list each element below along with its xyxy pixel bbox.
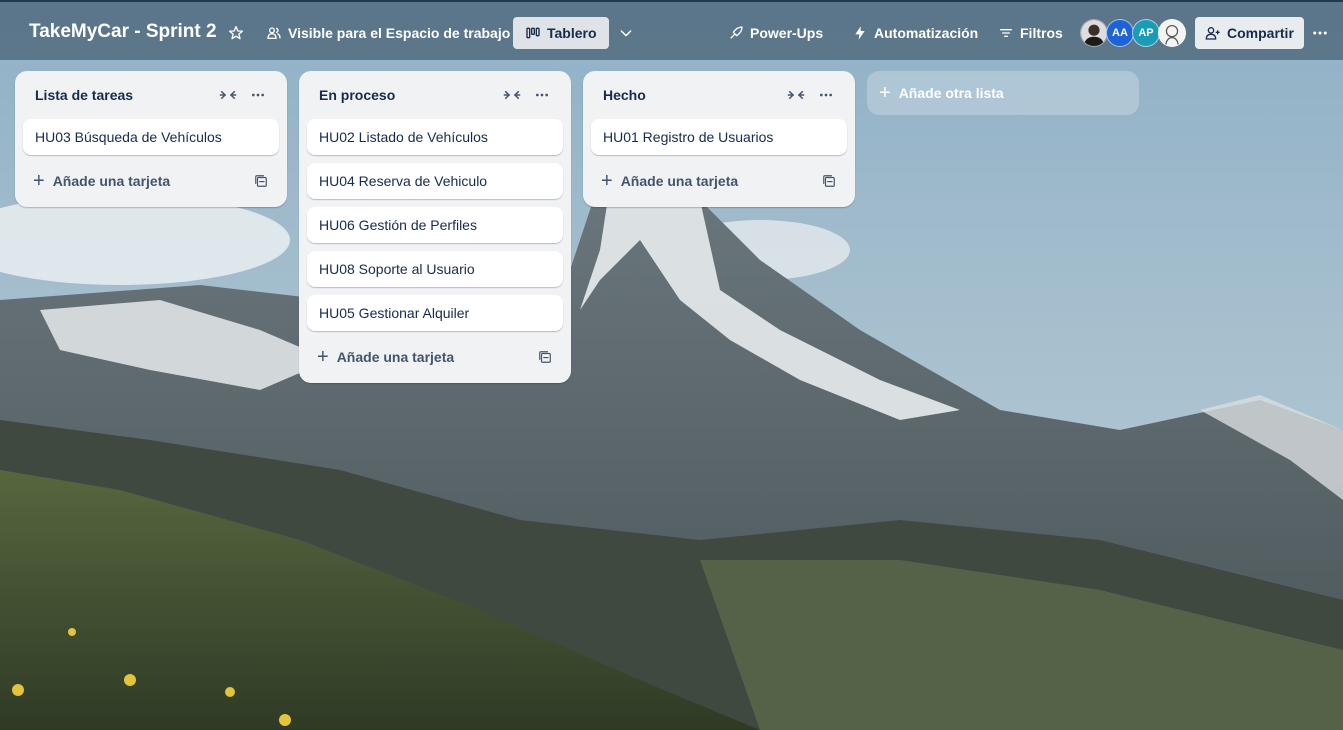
user-photo-icon: [1159, 20, 1185, 46]
list-hecho: Hecho HU01 Registro de Usuarios + Añade …: [583, 71, 855, 207]
avatar[interactable]: [1080, 19, 1108, 47]
board-menu-button[interactable]: [1306, 17, 1334, 49]
star-icon: [229, 26, 243, 40]
add-card-button[interactable]: + Añade una tarjeta: [307, 339, 563, 375]
collapse-list-button[interactable]: [215, 83, 241, 107]
powerups-label: Power-Ups: [750, 25, 824, 41]
list-en-proceso: En proceso HU02 Listado de Vehículos HU0…: [299, 71, 571, 383]
list-header: Lista de tareas: [23, 71, 279, 119]
list-title[interactable]: Lista de tareas: [35, 87, 133, 103]
share-button[interactable]: Compartir: [1195, 17, 1304, 49]
list-title[interactable]: Hecho: [603, 87, 646, 103]
add-list-button[interactable]: + Añade otra lista: [867, 71, 1139, 115]
collapse-icon: [219, 90, 237, 100]
card-template-icon: [823, 175, 835, 187]
create-from-template-button[interactable]: [251, 171, 271, 191]
card[interactable]: HU08 Soporte al Usuario: [307, 251, 563, 287]
share-label: Compartir: [1227, 25, 1294, 41]
user-photo-icon: [1081, 20, 1107, 46]
chevron-down-icon: [620, 30, 632, 37]
people-icon: [267, 27, 281, 39]
add-card-button[interactable]: + Añade una tarjeta: [591, 163, 847, 199]
add-card-button[interactable]: + Añade una tarjeta: [23, 163, 279, 199]
ellipsis-icon: [252, 93, 264, 97]
filters-label: Filtros: [1020, 25, 1063, 41]
card-template-icon: [255, 175, 267, 187]
card[interactable]: HU06 Gestión de Perfiles: [307, 207, 563, 243]
plus-icon: +: [879, 81, 891, 104]
visibility-button[interactable]: Visible para el Espacio de trabajo: [258, 17, 518, 49]
add-card-label: Añade una tarjeta: [52, 173, 171, 189]
card[interactable]: HU05 Gestionar Alquiler: [307, 295, 563, 331]
add-list-label: Añade otra lista: [898, 85, 1004, 101]
filter-icon: [1000, 28, 1012, 37]
avatar[interactable]: AP: [1132, 19, 1160, 47]
ellipsis-icon: [820, 93, 832, 97]
view-switcher-button[interactable]: Tablero: [513, 17, 609, 49]
card[interactable]: HU04 Reserva de Vehiculo: [307, 163, 563, 199]
board-icon: [526, 27, 540, 39]
collapse-icon: [503, 90, 521, 100]
view-options-dropdown[interactable]: [612, 17, 640, 49]
ellipsis-icon: [536, 93, 548, 97]
list-menu-button[interactable]: [245, 83, 271, 107]
card[interactable]: HU03 Búsqueda de Vehículos: [23, 119, 279, 155]
avatar[interactable]: AA: [1106, 19, 1134, 47]
board-header: TakeMyCar - Sprint 2 Visible para el Esp…: [0, 0, 1343, 60]
visibility-label: Visible para el Espacio de trabajo: [288, 25, 511, 41]
collapse-list-button[interactable]: [783, 83, 809, 107]
avatar[interactable]: [1158, 19, 1186, 47]
create-from-template-button[interactable]: [819, 171, 839, 191]
list-header: En proceso: [307, 71, 563, 119]
plus-icon: +: [33, 170, 45, 192]
plus-icon: +: [601, 170, 613, 192]
card[interactable]: HU01 Registro de Usuarios: [591, 119, 847, 155]
list-lista-de-tareas: Lista de tareas HU03 Búsqueda de Vehícul…: [15, 71, 287, 207]
board-title[interactable]: TakeMyCar - Sprint 2: [20, 16, 226, 48]
star-button[interactable]: [222, 17, 250, 49]
collapse-icon: [787, 90, 805, 100]
create-from-template-button[interactable]: [535, 347, 555, 367]
powerups-button[interactable]: Power-Ups: [720, 17, 831, 49]
automation-button[interactable]: Automatización: [844, 17, 986, 49]
plus-icon: +: [317, 346, 329, 368]
automation-label: Automatización: [874, 25, 979, 41]
list-menu-button[interactable]: [529, 83, 555, 107]
collapse-list-button[interactable]: [499, 83, 525, 107]
add-card-label: Añade una tarjeta: [336, 349, 455, 365]
card-template-icon: [539, 351, 551, 363]
view-label: Tablero: [547, 25, 597, 41]
card[interactable]: HU02 Listado de Vehículos: [307, 119, 563, 155]
ellipsis-icon: [1313, 31, 1327, 35]
list-header: Hecho: [591, 71, 847, 119]
add-card-label: Añade una tarjeta: [620, 173, 739, 189]
rocket-icon: [730, 26, 743, 39]
list-menu-button[interactable]: [813, 83, 839, 107]
list-title[interactable]: En proceso: [319, 87, 395, 103]
board-members: AA AP: [1080, 19, 1186, 47]
lightning-icon: [855, 26, 865, 40]
filters-button[interactable]: Filtros: [990, 17, 1071, 49]
add-person-icon: [1205, 27, 1220, 40]
